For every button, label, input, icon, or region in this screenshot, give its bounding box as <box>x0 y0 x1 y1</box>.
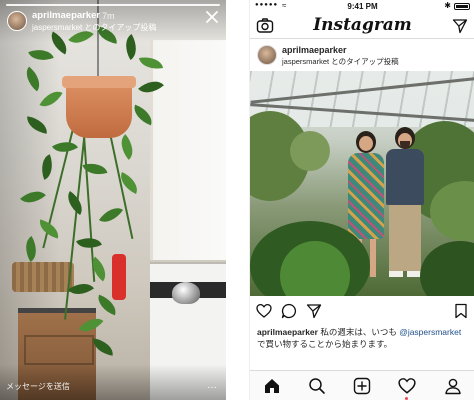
instagram-logo: Instagram <box>313 15 412 35</box>
story-time: 7m <box>102 11 115 21</box>
avatar[interactable] <box>257 45 277 65</box>
home-icon[interactable] <box>263 377 281 395</box>
more-options-icon[interactable]: … <box>207 380 218 391</box>
caption-username[interactable]: aprilmaeparker <box>257 327 318 337</box>
story-viewer[interactable]: aprilmaeparker 7m jaspersmarket とのタイアップ投… <box>0 0 226 400</box>
post-actions <box>250 300 474 322</box>
post-username[interactable]: aprilmaeparker <box>282 45 347 55</box>
activity-icon[interactable] <box>398 377 416 395</box>
post-image[interactable] <box>250 71 474 296</box>
story-progress-bar <box>6 4 220 6</box>
avatar[interactable] <box>7 11 27 31</box>
plant <box>290 131 330 171</box>
close-icon[interactable] <box>204 9 220 25</box>
person-man <box>384 127 426 287</box>
caption-text: 私の週末は、いつも <box>317 327 400 337</box>
profile-icon[interactable] <box>444 377 462 395</box>
comment-icon[interactable] <box>281 303 297 319</box>
basket <box>12 262 74 292</box>
post-caption: aprilmaeparker 私の週末は、いつも @jaspersmarket … <box>257 326 469 350</box>
story-footer: … <box>0 364 226 400</box>
status-bar: ●●●●● ≈ 9:41 PM ✱ <box>250 0 474 13</box>
kettle <box>172 282 200 304</box>
caption-text: で買い物することから始まります。 <box>257 339 393 349</box>
new-post-icon[interactable] <box>353 377 371 395</box>
story-username[interactable]: aprilmaeparker <box>32 10 100 21</box>
status-clock: 9:41 PM <box>347 2 378 11</box>
caption-mention[interactable]: @jaspersmarket <box>399 327 461 337</box>
story-sponsor-line[interactable]: jaspersmarket とのタイアップ投稿 <box>32 22 156 33</box>
feed-screen: ●●●●● ≈ 9:41 PM ✱ Instagram aprilmaepark… <box>249 0 474 400</box>
plant <box>420 241 474 296</box>
story-reply-input[interactable] <box>6 379 196 393</box>
post-sponsor-line[interactable]: jaspersmarket とのタイアップ投稿 <box>282 56 399 67</box>
direct-message-icon[interactable] <box>452 18 468 34</box>
red-bottle <box>112 254 126 300</box>
bookmark-icon[interactable] <box>453 303 469 319</box>
app-header: Instagram <box>250 13 474 39</box>
bottom-tab-bar <box>250 370 474 400</box>
window <box>150 40 226 260</box>
bluetooth-icon: ✱ <box>444 1 451 10</box>
search-icon[interactable] <box>308 377 326 395</box>
story-header: aprilmaeparker 7m jaspersmarket とのタイアップ投… <box>0 0 226 42</box>
share-icon[interactable] <box>306 303 322 319</box>
hanging-pot <box>62 76 136 138</box>
battery-icon <box>454 3 470 10</box>
post-header: aprilmaeparker jaspersmarket とのタイアップ投稿 <box>250 42 474 70</box>
heart-icon[interactable] <box>256 303 272 319</box>
